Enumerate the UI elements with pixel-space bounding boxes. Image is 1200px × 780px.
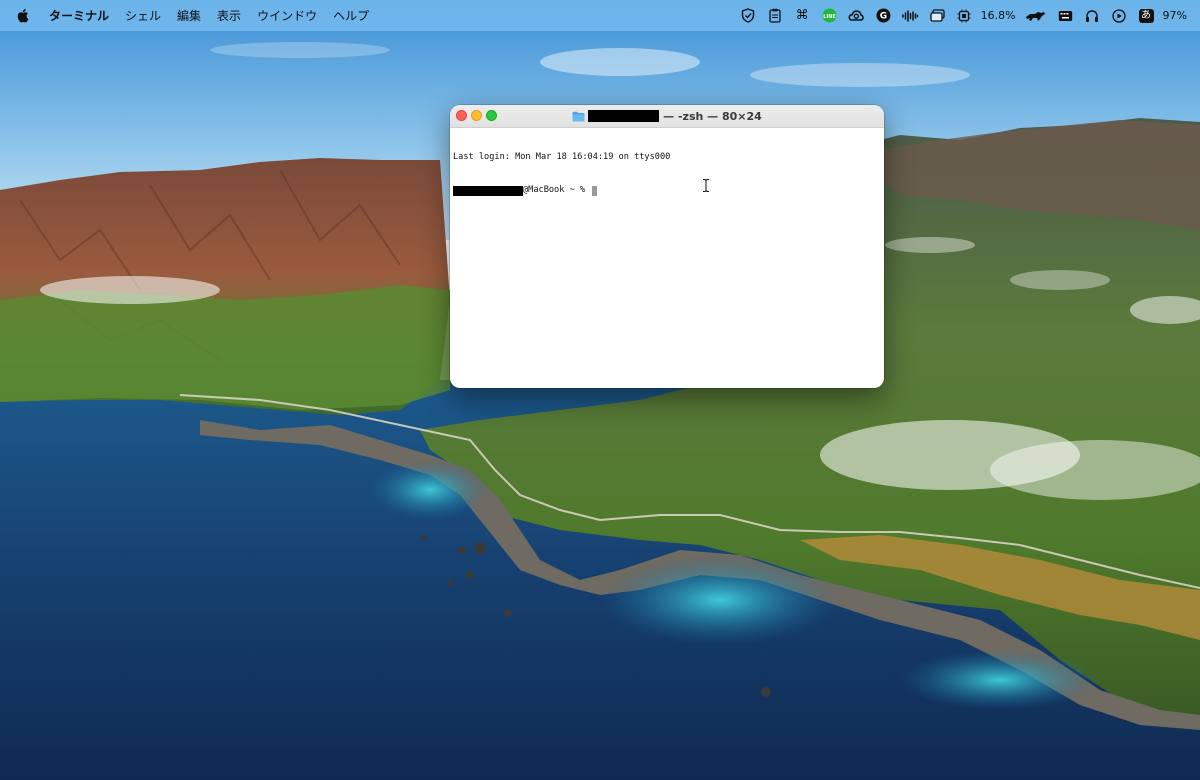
headphones-icon[interactable] — [1083, 7, 1101, 25]
window-switcher-icon[interactable] — [928, 7, 946, 25]
line-app-icon[interactable]: LINE — [820, 7, 838, 25]
svg-text:LINE: LINE — [823, 14, 836, 20]
last-login-text: Last login: Mon Mar 18 16:04:19 on ttys0… — [453, 152, 671, 162]
menu-bar: ターミナル シェル 編集 表示 ウインドウ ヘルプ ⌘ LINE G 16.8%… — [0, 0, 1200, 31]
menu-view[interactable]: 表示 — [209, 0, 249, 31]
menu-app-terminal[interactable]: ターミナル — [41, 0, 117, 31]
folder-icon — [572, 111, 585, 121]
input-method-icon[interactable]: あ — [1137, 7, 1155, 25]
cpu-chip-icon[interactable] — [955, 7, 973, 25]
grammarly-icon[interactable]: G — [874, 7, 892, 25]
window-titlebar[interactable]: — -zsh — 80×24 — [450, 105, 884, 128]
redacted-username — [588, 110, 660, 122]
clipboard-icon[interactable] — [766, 7, 784, 25]
input-method-label: あ — [1138, 8, 1154, 23]
prompt-text: @MacBook ~ % — [523, 185, 591, 195]
menu-help[interactable]: ヘルプ — [325, 0, 377, 31]
menu-shell[interactable]: シェル — [117, 0, 169, 31]
terminal-window[interactable]: — -zsh — 80×24 Last login: Mon Mar 18 16… — [450, 105, 884, 388]
prompt-line[interactable]: @MacBook ~ % — [453, 185, 881, 196]
text-cursor — [592, 185, 598, 196]
redacted-username — [453, 185, 523, 196]
menu-bar-status-area: ⌘ LINE G 16.8% あ 97% — [735, 0, 1200, 31]
svg-text:G: G — [879, 12, 886, 22]
battery-percentage[interactable]: 97% — [1163, 9, 1187, 22]
menu-edit[interactable]: 編集 — [169, 0, 209, 31]
keyboard-viewer-icon[interactable] — [1056, 7, 1074, 25]
now-playing-icon[interactable] — [1110, 7, 1128, 25]
menu-window[interactable]: ウインドウ — [249, 0, 325, 31]
apple-logo-icon[interactable] — [15, 8, 29, 24]
cpu-usage-readout[interactable]: 16.8% — [981, 9, 1016, 22]
shield-check-icon[interactable] — [739, 7, 757, 25]
window-title: — -zsh — 80×24 — [450, 105, 884, 127]
runcat-icon[interactable] — [1023, 7, 1047, 25]
creative-cloud-icon[interactable] — [847, 7, 865, 25]
window-title-text: — -zsh — 80×24 — [663, 109, 762, 123]
command-key-icon[interactable]: ⌘ — [793, 7, 811, 25]
terminal-content[interactable]: Last login: Mon Mar 18 16:04:19 on ttys0… — [450, 128, 884, 220]
ibeam-cursor-icon — [703, 179, 709, 192]
audio-waveform-icon[interactable] — [901, 7, 919, 25]
last-login-line: Last login: Mon Mar 18 16:04:19 on ttys0… — [453, 152, 881, 163]
menu-bar-left: ターミナル シェル 編集 表示 ウインドウ ヘルプ — [0, 0, 377, 31]
